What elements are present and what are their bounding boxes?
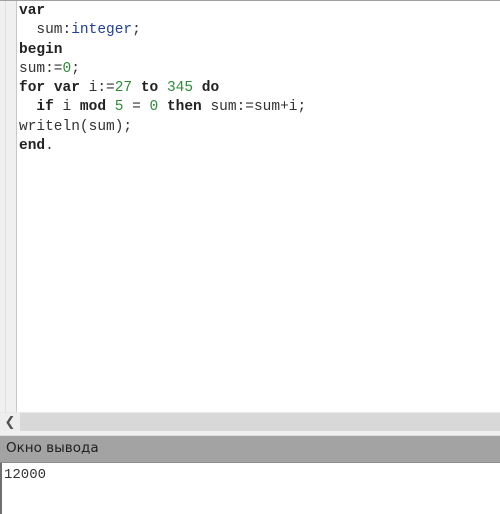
editor-gutter	[0, 1, 17, 412]
code-line[interactable]: sum:=0;	[19, 60, 499, 79]
keyword-token: var	[19, 3, 46, 19]
keyword-token: for	[19, 80, 46, 97]
type-token: integer	[71, 22, 133, 39]
code-token: =	[123, 99, 150, 116]
keyword-token: var	[53, 80, 80, 97]
code-line[interactable]: for var i:=27 to 345 do	[19, 79, 499, 98]
window-top-border	[0, 0, 500, 1]
output-panel-title: Окно вывода	[6, 440, 99, 456]
code-line[interactable]: var	[19, 2, 499, 21]
output-panel-header: Окно вывода	[0, 436, 500, 463]
keyword-token: to	[140, 80, 159, 97]
code-line[interactable]: end.	[19, 137, 499, 156]
code-token: ;	[71, 60, 80, 77]
keyword-token: if	[36, 99, 54, 116]
keyword-token: mod	[79, 99, 107, 116]
output-text: 12000	[4, 467, 47, 483]
number-token: 345	[166, 80, 194, 97]
gutter-line	[5, 1, 6, 412]
code-editor[interactable]: var sum:integer; begin sum:=0; for var i:=2…	[19, 2, 499, 412]
chevron-left-icon: ❮	[4, 415, 16, 430]
code-token: ;	[132, 22, 141, 39]
number-token: 0	[149, 99, 159, 116]
keyword-token: begin	[19, 41, 63, 58]
horizontal-scrollbar[interactable]: ❮	[0, 412, 500, 432]
code-token: i:=	[79, 80, 115, 97]
code-token: sum:	[19, 22, 72, 39]
code-token: writeln(sum);	[19, 118, 133, 135]
number-token: 0	[62, 60, 72, 77]
code-token: i	[53, 99, 80, 116]
scroll-left-button[interactable]: ❮	[0, 413, 20, 432]
keyword-token: then	[166, 99, 202, 116]
code-line[interactable]: if i mod 5 = 0 then sum:=sum+i;	[19, 98, 499, 117]
code-token: sum:=	[19, 60, 63, 77]
output-panel[interactable]: 12000	[0, 463, 500, 514]
code-line[interactable]: writeln(sum);	[19, 118, 499, 137]
keyword-token: end	[19, 138, 46, 155]
keyword-token: do	[201, 80, 220, 97]
code-token: sum:=sum+i;	[201, 99, 307, 116]
code-line[interactable]: begin	[19, 41, 499, 60]
number-token: 27	[114, 80, 133, 97]
code-token: .	[45, 138, 54, 155]
code-line[interactable]: sum:integer;	[19, 21, 499, 40]
